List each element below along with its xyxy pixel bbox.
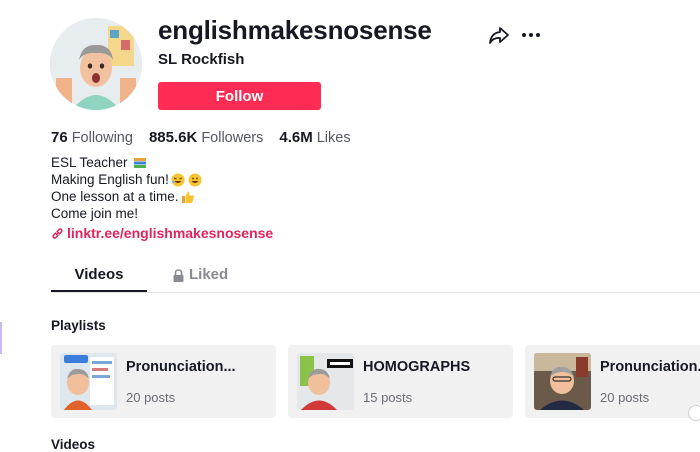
playlist-card[interactable]: Pronunciation... 20 posts <box>525 345 700 418</box>
likes-label: Likes <box>316 130 351 146</box>
bio-line-1-text: ESL Teacher <box>51 155 128 170</box>
laughing-emoji-icon <box>171 173 185 186</box>
bio-line-3-text: One lesson at a time. <box>51 189 179 204</box>
tab-liked-label: Liked <box>189 266 229 283</box>
profile-tabs: Videos Liked <box>51 262 700 293</box>
bio-link[interactable]: linktr.ee/englishmakesnosense <box>51 225 273 241</box>
playlist-post-count: 20 posts <box>126 390 176 405</box>
playlist-title: Pronunciation... <box>600 359 700 375</box>
bio-line-2: Making English fun! <box>51 171 202 188</box>
profile-nickname: SL Rockfish <box>158 51 245 68</box>
playlist-thumbnail <box>297 353 354 410</box>
likes-stat: 4.6M Likes <box>279 129 350 146</box>
followers-stat[interactable]: 885.6K Followers <box>149 129 263 146</box>
profile-avatar[interactable] <box>50 18 142 110</box>
follow-button[interactable]: Follow <box>158 82 321 110</box>
profile-bio: ESL Teacher Making English fun! One less… <box>51 154 202 222</box>
playlist-thumbnail <box>534 353 591 410</box>
followers-count: 885.6K <box>148 129 198 146</box>
share-icon[interactable] <box>488 25 510 45</box>
bio-line-1: ESL Teacher <box>51 154 202 171</box>
bio-line-4-text: Come join me! <box>51 206 139 221</box>
playlist-title: Pronunciation... <box>126 359 236 375</box>
following-stat[interactable]: 76 Following <box>51 129 133 146</box>
playlist-title: HOMOGRAPHS <box>363 359 471 375</box>
bio-line-2-text: Making English fun! <box>51 172 169 187</box>
bio-line-4: Come join me! <box>51 205 202 222</box>
lock-icon <box>173 269 184 282</box>
tab-videos[interactable]: Videos <box>51 262 147 292</box>
left-edge-marker <box>0 322 2 354</box>
avatar-image <box>50 18 142 110</box>
playlist-post-count: 20 posts <box>600 390 650 405</box>
bio-link-text: linktr.ee/englishmakesnosense <box>67 225 274 241</box>
thumbs-up-emoji-icon <box>181 191 194 203</box>
scroll-next-button[interactable] <box>688 405 700 421</box>
bio-line-3: One lesson at a time. <box>51 188 202 205</box>
link-icon <box>52 227 63 239</box>
profile-stats: 76 Following 885.6K Followers 4.6M Likes <box>51 129 351 146</box>
playlist-post-count: 15 posts <box>363 390 413 405</box>
books-emoji-icon <box>133 157 146 168</box>
following-count: 76 <box>51 129 68 146</box>
following-label: Following <box>71 130 133 146</box>
tab-liked[interactable]: Liked <box>173 262 228 292</box>
grinning-emoji-icon <box>188 173 202 186</box>
profile-username: englishmakesnosense <box>158 15 432 45</box>
playlist-card[interactable]: Pronunciation... 20 posts <box>51 345 276 418</box>
playlist-thumbnail <box>60 353 117 410</box>
playlists-heading: Playlists <box>51 318 106 333</box>
playlist-card[interactable]: HOMOGRAPHS 15 posts <box>288 345 513 418</box>
likes-count: 4.6M <box>279 129 313 146</box>
followers-label: Followers <box>201 130 264 146</box>
more-options-icon[interactable] <box>521 25 541 45</box>
